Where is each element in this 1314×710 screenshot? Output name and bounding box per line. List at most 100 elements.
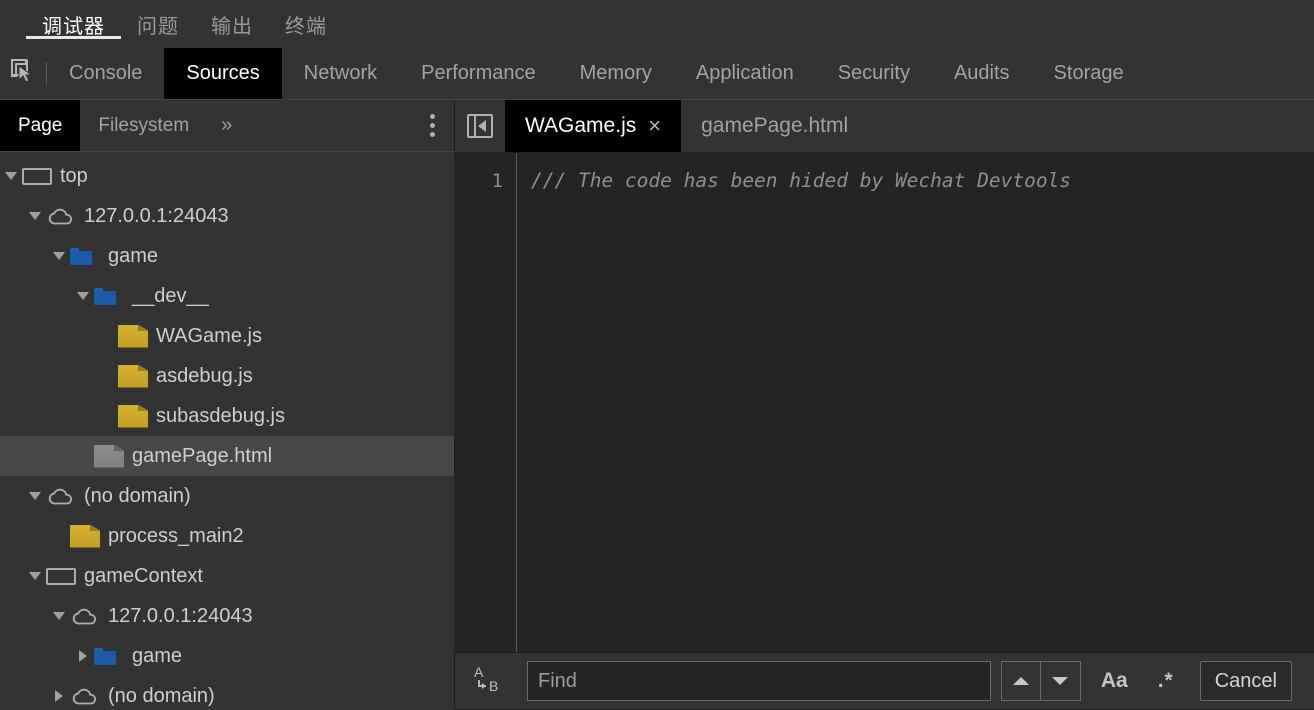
navigator-menu-button[interactable]: [410, 100, 454, 151]
devtools-tabs: Console Sources Network Performance Memo…: [47, 48, 1314, 99]
ide-tab-label: 输出: [211, 15, 253, 38]
tab-label: Storage: [1053, 62, 1124, 84]
tab-security[interactable]: Security: [816, 48, 932, 99]
tree-row-label: 127.0.0.1:24043: [108, 604, 253, 627]
tree-row-label: gamePage.html: [132, 444, 273, 467]
tab-sources[interactable]: Sources: [164, 48, 282, 99]
tree-row[interactable]: subasdebug.js: [0, 396, 454, 436]
tab-label: Security: [837, 62, 910, 84]
tab-label: Console: [69, 62, 143, 84]
toggle-replace-button[interactable]: A B: [465, 664, 517, 699]
twisty-expanded[interactable]: [24, 572, 46, 580]
tree-row[interactable]: 127.0.0.1:24043: [0, 596, 454, 636]
tree-row[interactable]: gamePage.html: [0, 436, 454, 476]
file-js-icon: [118, 404, 148, 428]
tab-application[interactable]: Application: [674, 48, 816, 99]
ide-tab-label: 问题: [137, 15, 179, 38]
cloud-icon: [46, 207, 76, 225]
tree-row[interactable]: process_main2: [0, 516, 454, 556]
tab-performance[interactable]: Performance: [399, 48, 558, 99]
inspect-cursor-icon: [10, 58, 36, 89]
twisty-collapsed[interactable]: [72, 650, 94, 662]
navigator-tab-label: Filesystem: [98, 114, 190, 136]
frame-icon: [22, 167, 52, 185]
close-icon[interactable]: ×: [648, 115, 661, 137]
tree-row[interactable]: WAGame.js: [0, 316, 454, 356]
navigator-tab-filler: [246, 100, 410, 151]
tree-row[interactable]: (no domain): [0, 676, 454, 710]
collapse-sidebar-icon: [467, 114, 493, 138]
navigator-tab-label: Page: [18, 114, 63, 136]
tree-row[interactable]: gameContext: [0, 556, 454, 596]
editor-tab-label: WAGame.js: [525, 114, 637, 137]
twisty-expanded[interactable]: [24, 492, 46, 500]
navigator-tab-page[interactable]: Page: [0, 100, 81, 151]
tree-row[interactable]: game: [0, 236, 454, 276]
twisty-expanded[interactable]: [24, 212, 46, 220]
collapse-navigator-button[interactable]: [455, 100, 505, 152]
tab-audits[interactable]: Audits: [932, 48, 1032, 99]
line-number: 1: [491, 170, 503, 192]
tab-label: Performance: [421, 62, 536, 84]
folder-icon: [70, 247, 100, 265]
devtools-tab-bar: Console Sources Network Performance Memo…: [0, 48, 1314, 100]
file-html-icon: [94, 444, 124, 468]
tree-row-label: 127.0.0.1:24043: [84, 204, 229, 227]
chevron-double-right-icon: »: [221, 114, 233, 136]
tab-memory[interactable]: Memory: [558, 48, 674, 99]
tab-storage[interactable]: Storage: [1032, 48, 1146, 99]
tab-network[interactable]: Network: [282, 48, 399, 99]
search-nav-group: [1000, 661, 1081, 701]
navigator-more-tabs-button[interactable]: »: [207, 100, 246, 151]
tree-row-label: WAGame.js: [156, 324, 262, 347]
cloud-icon: [70, 607, 100, 625]
ide-tab-label: 调试器: [42, 15, 105, 38]
file-js-icon: [118, 364, 148, 388]
tab-label: Application: [695, 62, 794, 84]
editor-tab-bar: WAGame.js × gamePage.html: [455, 100, 1314, 153]
tree-row-label: (no domain): [108, 684, 215, 707]
ide-tab-debugger[interactable]: 调试器: [26, 0, 121, 48]
tree-row[interactable]: game: [0, 636, 454, 676]
tree-row-label: game: [108, 244, 159, 267]
tree-row-label: top: [60, 164, 88, 187]
tree-row-label: subasdebug.js: [156, 404, 285, 427]
twisty-expanded[interactable]: [72, 292, 94, 300]
editor-tab-gamepage-html[interactable]: gamePage.html: [681, 100, 868, 152]
editor-tab-wagame-js[interactable]: WAGame.js ×: [505, 100, 682, 152]
tree-row-label: (no domain): [84, 484, 191, 507]
file-tree[interactable]: top 127.0.0.1:24043 game __dev__ WAGame.js as…: [0, 152, 454, 710]
twisty-collapsed[interactable]: [48, 690, 70, 702]
ide-tab-output[interactable]: 输出: [195, 0, 269, 48]
twisty-expanded[interactable]: [48, 612, 70, 620]
tab-label: Network: [303, 62, 378, 84]
tree-row[interactable]: (no domain): [0, 476, 454, 516]
svg-text:B: B: [489, 678, 498, 694]
tree-row-label: game: [132, 644, 183, 667]
code-editor[interactable]: 1 /// The code has been hided by Wechat …: [455, 153, 1314, 652]
twisty-expanded[interactable]: [48, 252, 70, 260]
tree-row[interactable]: top: [0, 156, 454, 196]
tree-row[interactable]: 127.0.0.1:24043: [0, 196, 454, 236]
find-bar: A B Aa .* Cancel: [455, 652, 1314, 710]
search-input[interactable]: [527, 661, 991, 701]
navigator-pane: Page Filesystem » top 127.0.0.1:24043 game…: [0, 100, 455, 710]
twisty-expanded[interactable]: [0, 172, 22, 180]
ide-tab-label: 终端: [285, 15, 327, 38]
cancel-button[interactable]: Cancel: [1199, 661, 1292, 701]
tree-row[interactable]: __dev__: [0, 276, 454, 316]
inspect-element-button[interactable]: [0, 48, 46, 99]
tab-label: Memory: [579, 62, 652, 84]
code-content[interactable]: /// The code has been hided by Wechat De…: [517, 153, 1314, 652]
search-prev-button[interactable]: [1000, 661, 1041, 701]
regex-button[interactable]: .*: [1148, 669, 1184, 693]
tab-console[interactable]: Console: [47, 48, 164, 99]
ide-tab-problems[interactable]: 问题: [121, 0, 195, 48]
match-case-button[interactable]: Aa: [1091, 669, 1138, 693]
ide-tab-terminal[interactable]: 终端: [269, 0, 343, 48]
navigator-tab-filesystem[interactable]: Filesystem: [80, 100, 207, 151]
chevron-up-icon: [1012, 677, 1029, 685]
tree-row[interactable]: asdebug.js: [0, 356, 454, 396]
search-next-button[interactable]: [1040, 661, 1081, 701]
line-number-gutter: 1: [455, 153, 517, 652]
